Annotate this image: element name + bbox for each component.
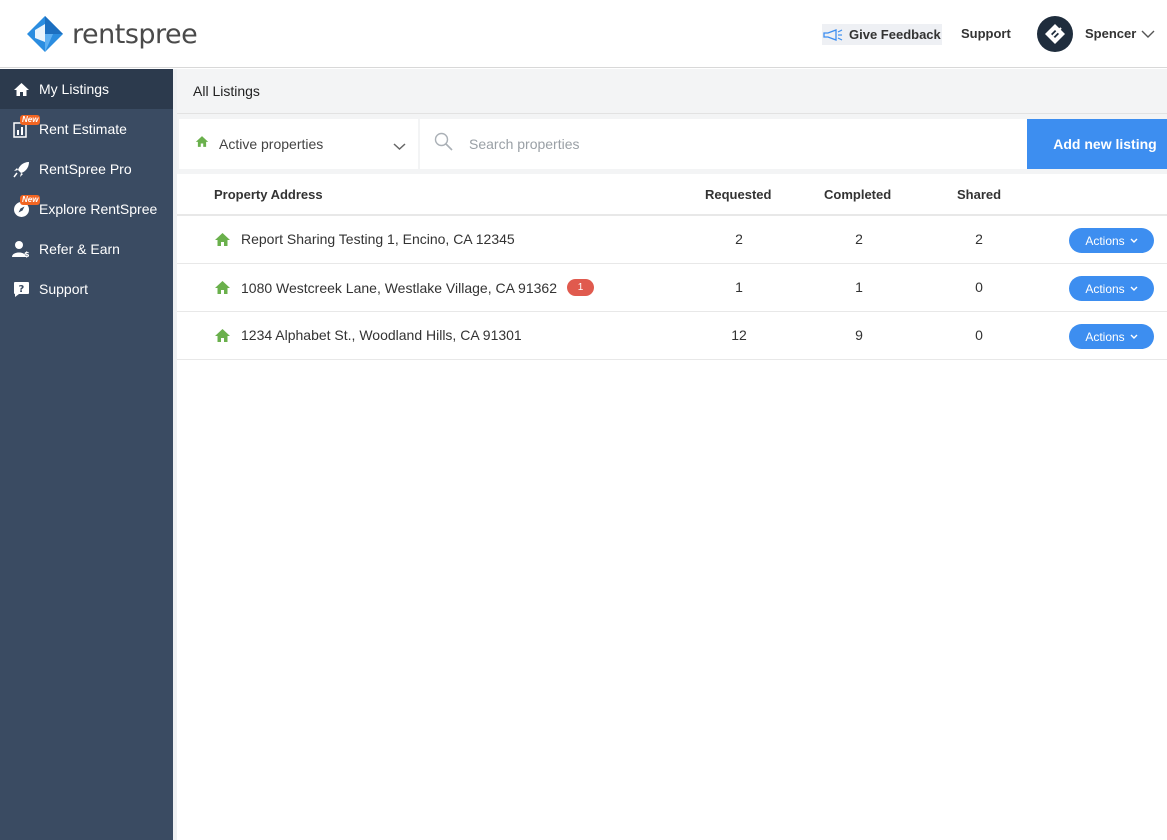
sidebar-item-rentspree-pro[interactable]: RentSpree Pro	[0, 149, 173, 189]
svg-text:$: $	[24, 250, 30, 258]
requested-count: 12	[731, 327, 747, 343]
listings-table: Property Address Requested Completed Sha…	[177, 174, 1167, 360]
column-header-address: Property Address	[214, 187, 323, 202]
home-icon	[214, 280, 231, 300]
listings-toolbar: Active properties Add new listing	[177, 114, 1167, 174]
give-feedback-label: Give Feedback	[849, 27, 941, 42]
sidebar-item-rent-estimate[interactable]: New Rent Estimate	[0, 109, 173, 149]
avatar[interactable]	[1037, 16, 1073, 52]
sidebar: My Listings New Rent Estimate RentSpree …	[0, 69, 173, 840]
logo-text: rentspree	[72, 18, 198, 50]
chevron-down-icon	[393, 138, 406, 156]
chevron-down-icon	[1130, 286, 1138, 291]
top-header: rentspree Give Feedback Support Spencer	[0, 0, 1167, 68]
actions-dropdown-button[interactable]: Actions	[1069, 324, 1154, 349]
completed-count: 9	[855, 327, 863, 343]
property-address-text: 1080 Westcreek Lane, Westlake Village, C…	[241, 279, 557, 296]
chevron-down-icon[interactable]	[1141, 26, 1155, 44]
sidebar-item-label: Rent Estimate	[39, 121, 127, 137]
home-icon	[195, 135, 209, 153]
table-header: Property Address Requested Completed Sha…	[177, 174, 1167, 216]
user-menu-name[interactable]: Spencer	[1085, 26, 1136, 41]
property-address[interactable]: 1080 Westcreek Lane, Westlake Village, C…	[241, 279, 594, 296]
property-address[interactable]: 1234 Alphabet St., Woodland Hills, CA 91…	[241, 327, 522, 343]
home-icon	[214, 328, 231, 348]
chevron-down-icon	[1130, 334, 1138, 339]
sidebar-item-label: Explore RentSpree	[39, 201, 158, 217]
actions-label: Actions	[1085, 233, 1125, 248]
header-support-link[interactable]: Support	[961, 26, 1011, 41]
sidebar-item-explore-rentspree[interactable]: New Explore RentSpree	[0, 189, 173, 229]
filter-selected-value: Active properties	[219, 136, 324, 152]
sidebar-item-support[interactable]: ? Support	[0, 269, 173, 309]
table-row[interactable]: 1080 Westcreek Lane, Westlake Village, C…	[177, 264, 1167, 312]
actions-label: Actions	[1085, 281, 1125, 296]
megaphone-icon	[823, 28, 843, 41]
property-address[interactable]: Report Sharing Testing 1, Encino, CA 123…	[241, 231, 515, 247]
property-address-text: Report Sharing Testing 1, Encino, CA 123…	[241, 231, 515, 247]
table-row[interactable]: 1234 Alphabet St., Woodland Hills, CA 91…	[177, 312, 1167, 360]
actions-dropdown-button[interactable]: Actions	[1069, 276, 1154, 301]
rocket-icon	[12, 160, 30, 178]
new-badge: New	[20, 115, 41, 125]
shared-count: 2	[975, 231, 983, 247]
give-feedback-button[interactable]: Give Feedback	[822, 24, 942, 45]
chevron-down-icon	[1130, 238, 1138, 243]
property-address-text: 1234 Alphabet St., Woodland Hills, CA 91…	[241, 327, 522, 343]
breadcrumb: All Listings	[177, 69, 1167, 114]
home-icon	[12, 80, 30, 98]
add-new-listing-button[interactable]: Add new listing	[1027, 119, 1167, 169]
completed-count: 1	[855, 279, 863, 295]
actions-dropdown-button[interactable]: Actions	[1069, 228, 1154, 253]
sidebar-item-label: RentSpree Pro	[39, 161, 132, 177]
shared-count: 0	[975, 327, 983, 343]
rentspree-logo[interactable]: rentspree	[26, 14, 198, 54]
user-logo-icon	[1045, 24, 1065, 44]
completed-count: 2	[855, 231, 863, 247]
shared-count: 0	[975, 279, 983, 295]
sidebar-item-label: Support	[39, 281, 89, 297]
breadcrumb-all-listings[interactable]: All Listings	[193, 83, 260, 99]
column-header-requested: Requested	[705, 187, 772, 202]
sidebar-item-my-listings[interactable]: My Listings	[0, 69, 173, 109]
requested-count: 1	[735, 279, 743, 295]
search-bar	[420, 119, 1027, 169]
sidebar-item-label: Refer & Earn	[39, 241, 120, 257]
actions-label: Actions	[1085, 329, 1125, 344]
notification-badge: 1	[566, 279, 594, 296]
column-header-completed: Completed	[824, 187, 892, 202]
home-icon	[214, 232, 231, 252]
sidebar-item-refer-earn[interactable]: $ Refer & Earn	[0, 229, 173, 269]
logo-mark-icon	[27, 16, 63, 52]
requested-count: 2	[735, 231, 743, 247]
sidebar-item-label: My Listings	[39, 81, 110, 97]
user-dollar-icon: $	[12, 240, 30, 258]
column-header-shared: Shared	[957, 187, 1002, 202]
table-row[interactable]: Report Sharing Testing 1, Encino, CA 123…	[177, 216, 1167, 264]
property-status-filter[interactable]: Active properties	[179, 119, 418, 169]
search-input[interactable]	[469, 136, 989, 152]
new-badge: New	[20, 195, 41, 205]
question-icon: ?	[12, 280, 30, 298]
svg-text:?: ?	[18, 284, 24, 295]
search-icon	[434, 132, 453, 156]
